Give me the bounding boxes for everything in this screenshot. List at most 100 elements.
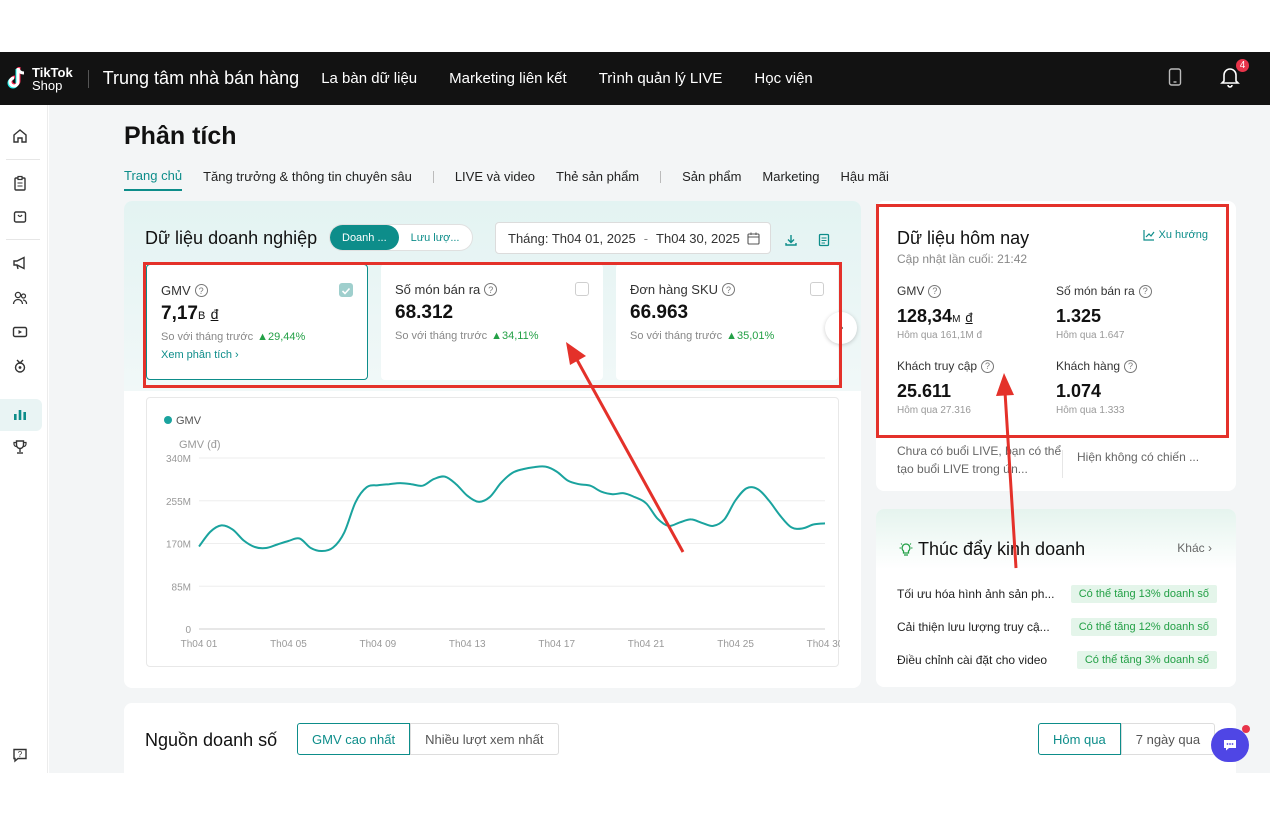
box-icon[interactable] — [11, 208, 29, 226]
gmv-chart-svg: GMV GMV (đ) 340M 255M 170M 85M 0 Th04 01 Th04 05… — [164, 415, 844, 650]
logo-line-2: Shop — [32, 77, 63, 93]
y-tick-label: 0 — [185, 625, 191, 636]
nav-affiliate-marketing[interactable]: Marketing liên kết — [449, 70, 567, 87]
gmv-chart: GMV GMV (đ) 340M 255M 170M 85M 0 Th04 01 Th04 05… — [146, 397, 844, 667]
sort-most-views[interactable]: Nhiều lượt xem nhất — [410, 723, 559, 755]
toggle-revenue[interactable]: Doanh ... — [330, 225, 399, 250]
live-note[interactable]: Chưa có buổi LIVE, bạn có thể tạo buổi L… — [897, 442, 1062, 478]
megaphone-icon[interactable] — [11, 254, 29, 272]
more-label: Khác — [1177, 541, 1205, 555]
live-status-row: Chưa có buổi LIVE, bạn có thể tạo buổi L… — [897, 442, 1217, 478]
page-title: Phân tích — [124, 122, 237, 150]
date-range-start: Tháng: Th04 01, 2025 — [508, 230, 636, 246]
boost-item-badge: Có thể tăng 13% doanh số — [1070, 585, 1217, 603]
logo-line-1: TikTok — [32, 64, 73, 80]
svg-text:?: ? — [18, 750, 23, 759]
tab-after-sales[interactable]: Hậu mãi — [840, 169, 888, 190]
sidebar-divider — [6, 159, 40, 160]
boost-item-text: Tối ưu hóa hình ảnh sản ph... — [897, 587, 1055, 601]
range-7-days[interactable]: 7 ngày qua — [1120, 723, 1216, 755]
download-icon[interactable] — [784, 233, 798, 247]
campaign-note[interactable]: Hiện không có chiến ... — [1062, 450, 1199, 478]
y-axis-label: GMV (đ) — [179, 439, 221, 451]
boost-item-badge: Có thể tăng 12% doanh số — [1070, 618, 1217, 636]
mobile-phone-icon[interactable] — [1168, 68, 1182, 91]
business-boost-card: Thúc đẩy kinh doanh Khác › Tối ưu hóa hì… — [876, 509, 1236, 687]
analytics-tabs: Trang chủ Tăng trưởng & thông tin chuyên… — [124, 168, 910, 191]
x-tick-label: Th04 09 — [360, 639, 397, 650]
legend-swatch — [164, 416, 172, 424]
trophy-icon[interactable] — [11, 438, 29, 456]
help-icon[interactable]: ? — [11, 746, 29, 764]
screen: TikTok Shop Trung tâm nhà bán hàng La bà… — [0, 0, 1270, 820]
notification-badge: 4 — [1235, 58, 1250, 73]
left-sidebar: ? — [0, 105, 48, 773]
date-range-separator: - — [643, 230, 649, 246]
tab-live-video[interactable]: LIVE và video — [455, 169, 535, 190]
chat-support-button[interactable] — [1211, 728, 1249, 762]
boost-item-badge: Có thể tăng 3% doanh số — [1076, 651, 1217, 669]
tab-product-card[interactable]: Thẻ sản phẩm — [556, 169, 639, 190]
y-tick-label: 340M — [166, 454, 191, 465]
x-tick-label: Th04 01 — [181, 639, 218, 650]
report-icon[interactable] — [817, 233, 831, 247]
nav-live-manager[interactable]: Trình quản lý LIVE — [599, 70, 723, 87]
tab-growth-insights[interactable]: Tăng trưởng & thông tin chuyên sâu — [203, 169, 412, 190]
business-data-title: Dữ liệu doanh nghiệp — [145, 228, 318, 248]
notification-bell[interactable]: 4 — [1220, 58, 1250, 93]
highlight-box-today — [876, 204, 1229, 438]
app-title[interactable]: Trung tâm nhà bán hàng — [103, 68, 299, 89]
top-nav-bar: TikTok Shop Trung tâm nhà bán hàng La bà… — [0, 52, 1270, 105]
revenue-sort-toggle: GMV cao nhất Nhiều lượt xem nhất — [297, 723, 559, 755]
boost-item[interactable]: Điều chỉnh cài đặt cho video Có thể tăng… — [897, 651, 1217, 669]
x-tick-label: Th04 21 — [628, 639, 665, 650]
tiktok-shop-logo[interactable]: TikTok Shop — [6, 66, 73, 92]
x-tick-label: Th04 17 — [538, 639, 575, 650]
clipboard-icon[interactable] — [11, 174, 29, 192]
users-icon[interactable] — [11, 289, 29, 307]
y-tick-label: 255M — [166, 497, 191, 508]
calendar-icon — [747, 232, 760, 245]
sort-top-gmv[interactable]: GMV cao nhất — [297, 723, 411, 755]
revenue-source-title: Nguồn doanh số — [145, 730, 278, 750]
boost-item-text: Cải thiện lưu lượng truy cậ... — [897, 620, 1050, 634]
revenue-source-card: Nguồn doanh số GMV cao nhất Nhiều lượt x… — [124, 703, 1236, 773]
more-link[interactable]: Khác › — [1177, 541, 1212, 555]
toggle-traffic[interactable]: Lưu lượ... — [399, 225, 472, 250]
chat-unread-dot — [1242, 725, 1250, 733]
tiktok-note-icon — [6, 66, 28, 92]
data-type-toggle: Doanh ... Lưu lượ... — [329, 224, 473, 251]
revenue-range-toggle: Hôm qua 7 ngày qua — [1038, 723, 1216, 755]
chat-bubble-icon — [1224, 740, 1236, 751]
lightbulb-icon — [898, 541, 914, 562]
badge-icon[interactable] — [11, 357, 29, 375]
x-tick-label: Th04 05 — [270, 639, 307, 650]
chevron-right-icon: › — [1208, 541, 1212, 555]
range-yesterday[interactable]: Hôm qua — [1038, 723, 1121, 755]
y-tick-label: 85M — [172, 582, 191, 593]
nav-divider — [87, 69, 89, 88]
business-boost-title: Thúc đẩy kinh doanh — [918, 539, 1086, 559]
highlight-box-metrics — [143, 262, 842, 388]
x-tick-label: Th04 25 — [717, 639, 754, 650]
legend-label: GMV — [176, 415, 202, 427]
sidebar-divider — [6, 239, 40, 240]
video-icon[interactable] — [11, 323, 29, 341]
tab-marketing[interactable]: Marketing — [762, 169, 819, 190]
date-range-end: Th04 30, 2025 — [656, 230, 740, 246]
tab-separator — [432, 170, 434, 183]
date-range-picker[interactable]: Tháng: Th04 01, 2025 - Th04 30, 2025 — [495, 222, 771, 254]
boost-item-text: Điều chỉnh cài đặt cho video — [897, 653, 1048, 667]
nav-academy[interactable]: Học viện — [754, 70, 812, 87]
tab-separator — [660, 170, 662, 183]
tab-products[interactable]: Sản phẩm — [682, 169, 741, 190]
boost-item[interactable]: Tối ưu hóa hình ảnh sản ph... Có thể tăn… — [897, 585, 1217, 603]
analytics-icon[interactable] — [11, 405, 29, 423]
x-tick-label: Th04 30 — [807, 639, 840, 650]
tab-home[interactable]: Trang chủ — [124, 168, 183, 191]
x-tick-label: Th04 13 — [449, 639, 486, 650]
series-line-gmv — [198, 465, 826, 553]
nav-data-compass[interactable]: La bàn dữ liệu — [321, 70, 417, 87]
home-icon[interactable] — [11, 127, 29, 145]
boost-item[interactable]: Cải thiện lưu lượng truy cậ... Có thể tă… — [897, 618, 1217, 636]
